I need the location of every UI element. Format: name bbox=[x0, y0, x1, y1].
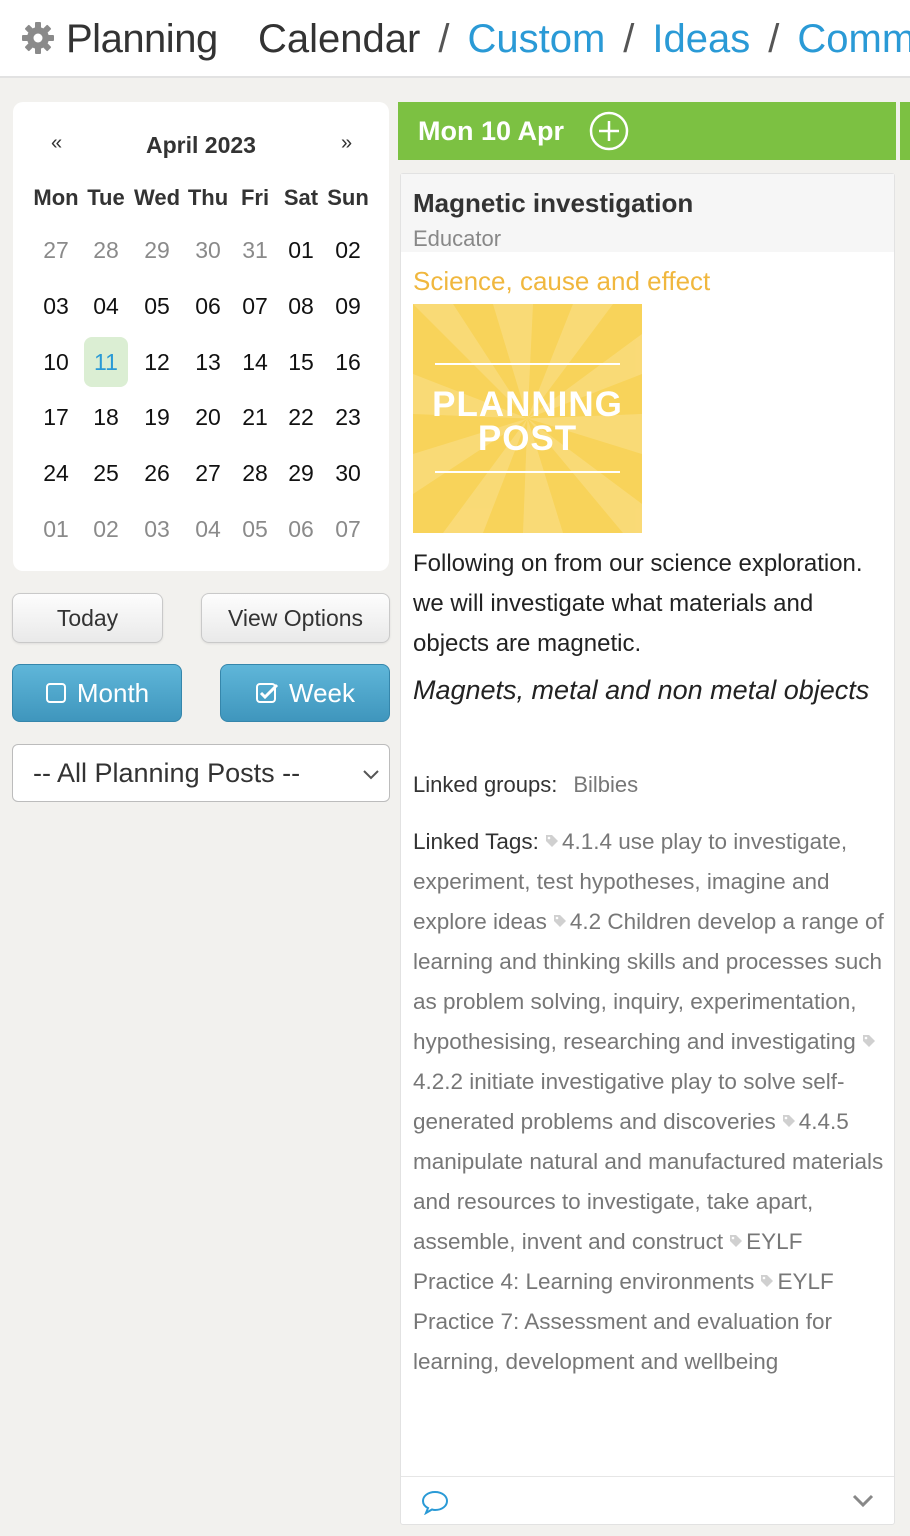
chevron-down-icon[interactable] bbox=[851, 1493, 875, 1509]
calendar-day[interactable]: 06 bbox=[279, 504, 323, 554]
nav-community[interactable]: Communi bbox=[797, 17, 910, 62]
checkbox-unchecked-icon bbox=[45, 683, 66, 704]
nav-ideas[interactable]: Ideas bbox=[652, 17, 750, 62]
calendar-day[interactable]: 30 bbox=[186, 225, 230, 275]
calendar-day[interactable]: 13 bbox=[186, 337, 230, 387]
week-view-button[interactable]: Week bbox=[220, 664, 390, 722]
calendar-day[interactable]: 25 bbox=[84, 448, 128, 498]
nav-calendar[interactable]: Calendar bbox=[258, 17, 420, 62]
tag-icon bbox=[761, 1275, 774, 1288]
calendar-day[interactable]: 23 bbox=[326, 392, 370, 442]
mini-calendar: April 2023 « » Mon Tue Wed Thu Fri Sat Sun 27 28… bbox=[13, 102, 389, 571]
linked-tags-label: Linked Tags: bbox=[413, 829, 539, 854]
calendar-day[interactable]: 06 bbox=[186, 281, 230, 331]
tag-icon bbox=[862, 1035, 875, 1048]
tag-icon bbox=[545, 835, 558, 848]
chevron-down-icon bbox=[363, 770, 379, 780]
week-view-label: Week bbox=[289, 678, 355, 708]
calendar-day[interactable]: 01 bbox=[279, 225, 323, 275]
calendar-day[interactable]: 21 bbox=[233, 392, 277, 442]
linked-groups-label: Linked groups: bbox=[413, 772, 558, 797]
month-view-label: Month bbox=[76, 678, 150, 708]
image-text-line1: PLANNING bbox=[432, 385, 623, 424]
next-day-header-edge bbox=[900, 102, 910, 160]
calendar-day[interactable]: 30 bbox=[326, 448, 370, 498]
calendar-next-button[interactable]: » bbox=[341, 132, 352, 155]
view-options-button[interactable]: View Options bbox=[201, 593, 390, 643]
filter-selected-value: -- All Planning Posts -- bbox=[33, 758, 301, 788]
linked-tag[interactable]: 4.2.2 initiate investigative play to sol… bbox=[413, 1069, 844, 1134]
calendar-day[interactable]: 02 bbox=[326, 225, 370, 275]
calendar-prev-button[interactable]: « bbox=[51, 132, 62, 155]
post-title[interactable]: Magnetic investigation bbox=[413, 188, 693, 219]
calendar-day[interactable]: 10 bbox=[34, 337, 78, 387]
calendar-day[interactable]: 09 bbox=[326, 281, 370, 331]
calendar-day[interactable]: 28 bbox=[233, 448, 277, 498]
calendar-day[interactable]: 27 bbox=[34, 225, 78, 275]
post-image[interactable]: PLANNING POST bbox=[413, 304, 642, 533]
image-text-line2: POST bbox=[477, 419, 578, 458]
post-description: Following on from our science exploratio… bbox=[413, 550, 863, 657]
tag-icon bbox=[553, 915, 566, 928]
calendar-day[interactable]: 05 bbox=[233, 504, 277, 554]
post-author-role: Educator bbox=[413, 226, 502, 251]
breadcrumb: Calendar / Custom / Ideas / Communi bbox=[258, 17, 910, 62]
calendar-day[interactable]: 19 bbox=[135, 392, 179, 442]
nav-separator: / bbox=[623, 17, 635, 61]
calendar-day[interactable]: 03 bbox=[34, 281, 78, 331]
calendar-day[interactable]: 04 bbox=[84, 281, 128, 331]
today-button[interactable]: Today bbox=[12, 593, 163, 643]
nav-custom[interactable]: Custom bbox=[467, 17, 605, 62]
app-title: Planning bbox=[66, 17, 218, 61]
linked-group-value[interactable]: Bilbies bbox=[573, 772, 638, 797]
weekday-header: Sun bbox=[327, 185, 369, 210]
post-highlight: Magnets, metal and non metal objects bbox=[413, 675, 870, 705]
calendar-day[interactable]: 17 bbox=[34, 392, 78, 442]
day-column-header: Mon 10 Apr bbox=[398, 102, 896, 160]
top-nav-bar: Planning Calendar / Custom / Ideas / Communi bbox=[0, 0, 910, 78]
planning-posts-filter-select[interactable]: -- All Planning Posts -- bbox=[12, 744, 390, 802]
calendar-day[interactable]: 15 bbox=[279, 337, 323, 387]
calendar-day[interactable]: 26 bbox=[135, 448, 179, 498]
month-view-button[interactable]: Month bbox=[12, 664, 182, 722]
calendar-day[interactable]: 28 bbox=[84, 225, 128, 275]
calendar-day[interactable]: 18 bbox=[84, 392, 128, 442]
nav-separator: / bbox=[768, 17, 780, 61]
calendar-day[interactable]: 29 bbox=[135, 225, 179, 275]
calendar-day[interactable]: 02 bbox=[84, 504, 128, 554]
calendar-day[interactable]: 31 bbox=[233, 225, 277, 275]
calendar-day[interactable]: 08 bbox=[279, 281, 323, 331]
calendar-day[interactable]: 29 bbox=[279, 448, 323, 498]
nav-separator: / bbox=[438, 17, 450, 61]
calendar-day[interactable]: 22 bbox=[279, 392, 323, 442]
calendar-day[interactable]: 05 bbox=[135, 281, 179, 331]
calendar-day[interactable]: 03 bbox=[135, 504, 179, 554]
calendar-day[interactable]: 01 bbox=[34, 504, 78, 554]
calendar-day[interactable]: 12 bbox=[135, 337, 179, 387]
calendar-day[interactable]: 27 bbox=[186, 448, 230, 498]
tag-icon bbox=[730, 1235, 743, 1248]
planning-post-card[interactable]: Magnetic investigation Educator Science,… bbox=[400, 173, 895, 1525]
day-header-label: Mon 10 Apr bbox=[418, 116, 565, 146]
calendar-day[interactable]: 04 bbox=[186, 504, 230, 554]
comment-icon[interactable] bbox=[421, 1489, 449, 1515]
calendar-day[interactable]: 07 bbox=[233, 281, 277, 331]
post-category: Science, cause and effect bbox=[413, 266, 711, 296]
tag-icon bbox=[782, 1115, 795, 1128]
calendar-day[interactable]: 24 bbox=[34, 448, 78, 498]
linked-groups: Linked groups: Bilbies bbox=[413, 772, 638, 798]
calendar-day[interactable]: 20 bbox=[186, 392, 230, 442]
checkbox-checked-icon bbox=[256, 683, 279, 704]
linked-tags: Linked Tags: 4.1.4 use play to investigat… bbox=[413, 822, 885, 1382]
add-post-icon[interactable] bbox=[588, 110, 630, 152]
calendar-day[interactable]: 07 bbox=[326, 504, 370, 554]
calendar-day[interactable]: 14 bbox=[233, 337, 277, 387]
post-card-footer bbox=[401, 1476, 894, 1524]
calendar-day[interactable]: 11 bbox=[84, 336, 128, 387]
calendar-month-label: April 2023 bbox=[146, 132, 256, 158]
gear-icon[interactable] bbox=[20, 20, 56, 56]
calendar-day[interactable]: 16 bbox=[326, 337, 370, 387]
